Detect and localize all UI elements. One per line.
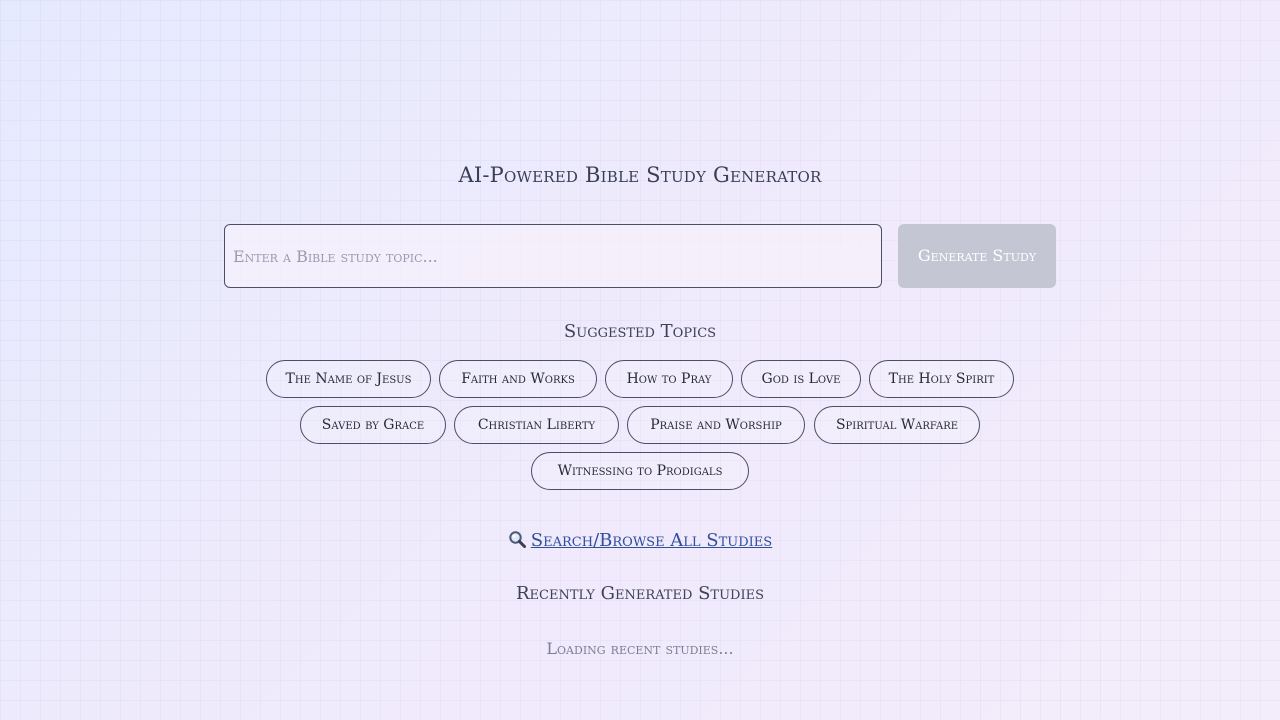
page-title: AI-Powered Bible Study Generator bbox=[458, 163, 822, 187]
topic-chip-praise-and-worship[interactable]: Praise and Worship bbox=[627, 406, 805, 444]
generate-study-button[interactable]: Generate Study bbox=[898, 224, 1056, 288]
topic-input[interactable] bbox=[224, 224, 882, 288]
topic-chip-faith-and-works[interactable]: Faith and Works bbox=[439, 360, 597, 398]
search-icon bbox=[508, 530, 526, 548]
topic-chip-the-name-of-jesus[interactable]: The Name of Jesus bbox=[266, 360, 431, 398]
topic-chip-the-holy-spirit[interactable]: The Holy Spirit bbox=[869, 360, 1014, 398]
topic-chip-christian-liberty[interactable]: Christian Liberty bbox=[454, 406, 619, 444]
search-row: Generate Study bbox=[224, 224, 1056, 288]
browse-all-studies-link[interactable]: Search/Browse All Studies bbox=[508, 530, 772, 551]
topic-chip-how-to-pray[interactable]: How to Pray bbox=[605, 360, 733, 398]
page: AI-Powered Bible Study Generator Generat… bbox=[0, 0, 1280, 720]
suggested-topics-heading: Suggested Topics bbox=[563, 321, 717, 342]
topic-chip-witnessing-to-prodigals[interactable]: Witnessing to Prodigals bbox=[531, 452, 749, 490]
recent-studies-heading: Recently Generated Studies bbox=[515, 583, 765, 604]
recent-studies-status: Loading recent studies... bbox=[546, 639, 734, 658]
browse-link-container: Search/Browse All Studies bbox=[0, 530, 1280, 551]
browse-all-studies-label: Search/Browse All Studies bbox=[530, 530, 773, 551]
topic-chip-spiritual-warfare[interactable]: Spiritual Warfare bbox=[814, 406, 980, 444]
topic-chip-god-is-love[interactable]: God is Love bbox=[741, 360, 861, 398]
topic-chip-saved-by-grace[interactable]: Saved by Grace bbox=[300, 406, 446, 444]
